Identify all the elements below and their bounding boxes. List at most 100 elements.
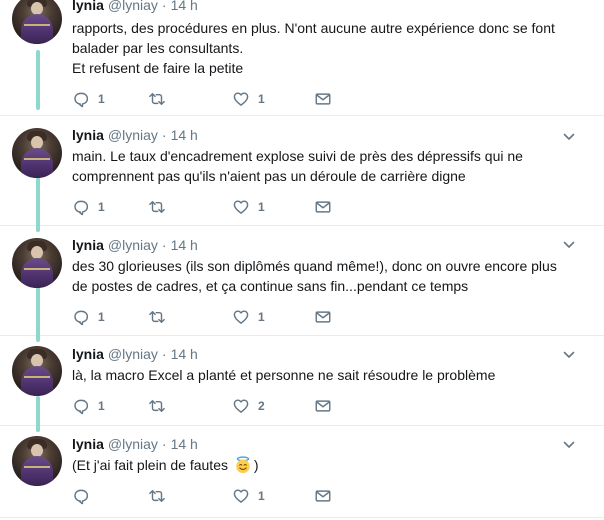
timestamp[interactable]: 14 h xyxy=(171,0,198,13)
like-count: 1 xyxy=(258,489,265,503)
tweet-text: (Et j'ai fait plein de fautes ) xyxy=(72,455,582,475)
heart-icon xyxy=(233,200,249,214)
user-handle[interactable]: @lyniay xyxy=(108,436,158,452)
tweet-text: rapports, des procédures en plus. N'ont … xyxy=(72,18,582,78)
tweet-1[interactable]: lynia @lyniay · 14 h rapports, des procédur… xyxy=(0,0,604,116)
tweet-actions: 1 1 xyxy=(72,198,352,216)
reply-button[interactable]: 1 xyxy=(72,397,105,415)
retweet-button[interactable] xyxy=(148,90,174,108)
tweet-text-segment: (Et j'ai fait plein de fautes xyxy=(72,457,232,473)
reply-icon xyxy=(74,200,89,216)
direct-message-button[interactable] xyxy=(314,90,332,108)
like-count: 1 xyxy=(258,310,265,324)
direct-message-button[interactable] xyxy=(314,397,332,415)
avatar[interactable] xyxy=(12,238,62,288)
display-name[interactable]: lynia xyxy=(72,346,104,362)
tweet-text-line: balader par les consultants. xyxy=(72,40,244,56)
separator-dot: · xyxy=(161,127,167,143)
tweet-text-line: des 30 glorieuses (ils son diplômés quan… xyxy=(72,258,557,274)
heart-icon xyxy=(233,489,249,503)
reply-icon xyxy=(74,310,89,326)
reply-button[interactable]: 1 xyxy=(72,308,105,326)
reply-button[interactable]: 1 xyxy=(72,90,105,108)
like-button[interactable]: 1 xyxy=(232,308,265,326)
retweet-button[interactable] xyxy=(148,397,174,415)
envelope-icon xyxy=(315,311,331,323)
tweet-text: main. Le taux d'encadrement explose suiv… xyxy=(72,146,582,186)
chevron-down-icon[interactable] xyxy=(562,238,576,252)
tweet-header: lynia @lyniay · 14 h xyxy=(72,236,198,254)
tweet-4[interactable]: lynia @lyniay · 14 h là, la macro Excel a p… xyxy=(0,336,604,432)
tweet-text-line: rapports, des procédures en plus. N'ont … xyxy=(72,20,555,36)
separator-dot: · xyxy=(161,237,167,253)
retweet-button[interactable] xyxy=(148,308,174,326)
tweet-2[interactable]: lynia @lyniay · 14 h main. Le taux d'encadr… xyxy=(0,116,604,232)
tweet-5[interactable]: lynia @lyniay · 14 h (Et j'ai fait plein de… xyxy=(0,426,604,518)
smiling-face-with-halo-icon xyxy=(236,456,250,474)
retweet-icon xyxy=(149,201,165,213)
retweet-button[interactable] xyxy=(148,198,174,216)
separator-dot: · xyxy=(161,436,167,452)
avatar[interactable] xyxy=(12,346,62,396)
heart-icon xyxy=(233,92,249,106)
heart-icon xyxy=(233,399,249,413)
chevron-down-icon[interactable] xyxy=(562,348,576,362)
display-name[interactable]: lynia xyxy=(72,127,104,143)
chevron-down-icon[interactable] xyxy=(562,130,576,144)
user-handle[interactable]: @lyniay xyxy=(108,237,158,253)
user-handle[interactable]: @lyniay xyxy=(108,127,158,143)
tweet-text-line: comprennent pas qu'ils n'aient pas un dé… xyxy=(72,168,466,184)
reply-button[interactable]: 1 xyxy=(72,198,105,216)
envelope-icon xyxy=(315,93,331,105)
tweet-text-line: là, la macro Excel a planté et personne … xyxy=(72,367,496,383)
display-name[interactable]: lynia xyxy=(72,237,104,253)
timestamp[interactable]: 14 h xyxy=(171,127,198,143)
tweet-actions: 1 1 xyxy=(72,90,352,108)
avatar[interactable] xyxy=(12,436,62,486)
retweet-icon xyxy=(149,400,165,412)
tweet-actions: 1 xyxy=(72,487,352,505)
avatar[interactable] xyxy=(12,0,62,44)
timestamp[interactable]: 14 h xyxy=(171,346,198,362)
tweet-actions: 1 1 xyxy=(72,308,352,326)
tweet-thread: lynia @lyniay · 14 h rapports, des procédur… xyxy=(0,0,604,520)
like-button[interactable]: 2 xyxy=(232,397,265,415)
reply-count: 1 xyxy=(98,310,105,324)
like-count: 1 xyxy=(258,200,265,214)
retweet-icon xyxy=(149,93,165,105)
like-count: 2 xyxy=(258,399,265,413)
reply-count: 1 xyxy=(98,200,105,214)
display-name[interactable]: lynia xyxy=(72,0,104,13)
tweet-text: là, la macro Excel a planté et personne … xyxy=(72,365,582,385)
tweet-3[interactable]: lynia @lyniay · 14 h des 30 glorieuses (ils… xyxy=(0,226,604,342)
reply-count: 1 xyxy=(98,399,105,413)
reply-count: 1 xyxy=(98,92,105,106)
user-handle[interactable]: @lyniay xyxy=(108,0,158,13)
chevron-down-icon[interactable] xyxy=(562,438,576,452)
thread-connector xyxy=(36,50,40,110)
separator-dot: · xyxy=(161,0,167,13)
direct-message-button[interactable] xyxy=(314,198,332,216)
like-button[interactable]: 1 xyxy=(232,487,265,505)
tweet-text-line: de postes de cadres, et ça continue sans… xyxy=(72,278,469,294)
display-name[interactable]: lynia xyxy=(72,436,104,452)
tweet-text: des 30 glorieuses (ils son diplômés quan… xyxy=(72,256,582,296)
tweet-text-segment: ) xyxy=(253,457,259,473)
envelope-icon xyxy=(315,201,331,213)
timestamp[interactable]: 14 h xyxy=(171,237,198,253)
like-button[interactable]: 1 xyxy=(232,90,265,108)
avatar[interactable] xyxy=(12,128,62,178)
like-button[interactable]: 1 xyxy=(232,198,265,216)
tweet-text-line: main. Le taux d'encadrement explose suiv… xyxy=(72,148,523,164)
retweet-button[interactable] xyxy=(148,487,174,505)
envelope-icon xyxy=(315,400,331,412)
user-handle[interactable]: @lyniay xyxy=(108,346,158,362)
tweet-actions: 1 2 xyxy=(72,397,352,415)
direct-message-button[interactable] xyxy=(314,308,332,326)
reply-icon xyxy=(74,92,89,108)
separator-dot: · xyxy=(161,346,167,362)
reply-icon xyxy=(74,489,89,505)
timestamp[interactable]: 14 h xyxy=(171,436,198,452)
reply-button[interactable] xyxy=(72,487,98,505)
direct-message-button[interactable] xyxy=(314,487,332,505)
